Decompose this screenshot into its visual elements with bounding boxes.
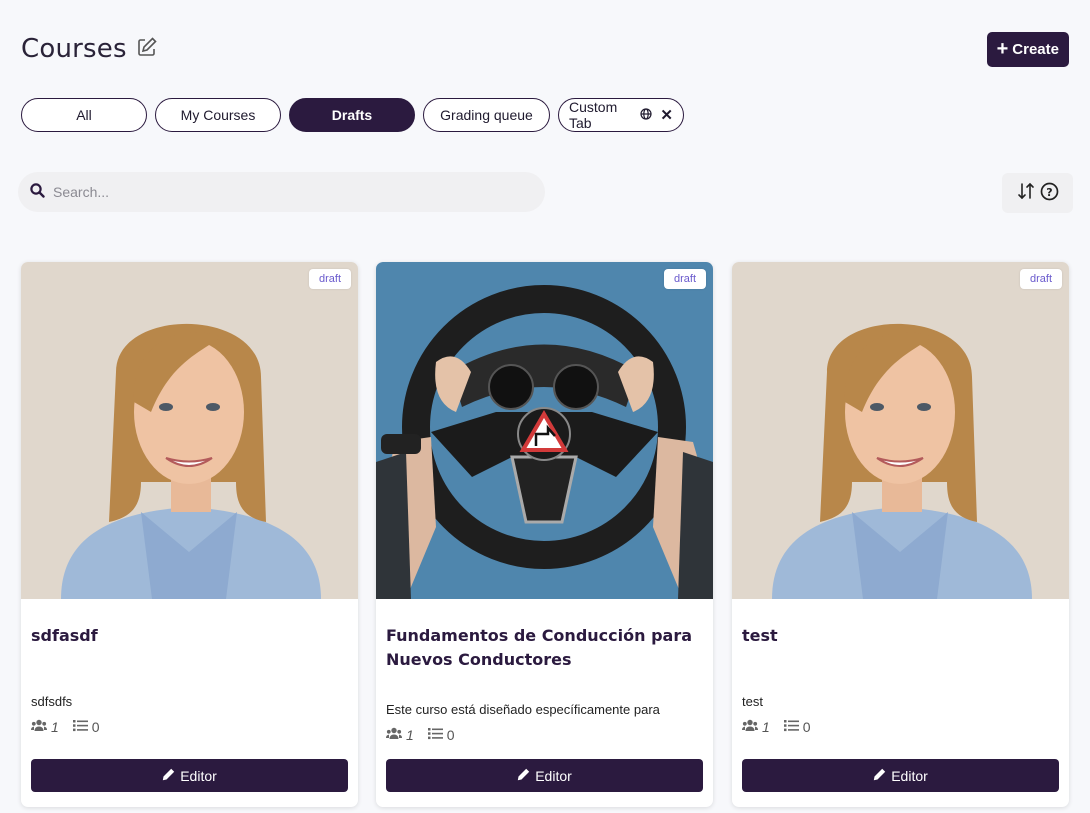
tab-my-courses[interactable]: My Courses [155, 98, 281, 132]
editor-label: Editor [891, 767, 928, 784]
tab-label: My Courses [180, 107, 256, 123]
users-icon [386, 727, 402, 743]
users-stat: 1 [742, 719, 770, 735]
lessons-stat: 0 [72, 719, 100, 735]
lessons-stat: 0 [427, 727, 455, 743]
pencil-icon [162, 768, 175, 784]
search-input[interactable] [53, 184, 513, 200]
toolbar-actions: ? [1002, 173, 1073, 213]
plus-icon: + [996, 37, 1009, 60]
lessons-count: 0 [446, 727, 455, 743]
course-card[interactable]: draft Fundamentos de Conducción para Nue… [376, 262, 713, 807]
users-count: 1 [406, 727, 414, 743]
users-icon [31, 719, 47, 735]
close-icon[interactable]: ✕ [660, 106, 673, 124]
users-stat: 1 [386, 727, 414, 743]
course-description: sdfsdfs [31, 694, 73, 709]
page-header: Courses + Create [21, 32, 1069, 68]
course-card[interactable]: draft sdfasdf sdfsdfs 1 0 Editor [21, 262, 358, 807]
editor-button[interactable]: Editor [31, 759, 348, 792]
users-count: 1 [51, 719, 59, 735]
edit-title-icon[interactable] [136, 36, 158, 58]
list-icon [427, 727, 443, 743]
editor-label: Editor [535, 767, 572, 784]
course-tabs: All My Courses Drafts Grading queue Cust… [21, 98, 684, 132]
course-stats: 1 0 [31, 719, 100, 735]
editor-button[interactable]: Editor [742, 759, 1059, 792]
help-icon[interactable]: ? [1040, 182, 1059, 205]
course-thumbnail: draft [21, 262, 358, 599]
lessons-stat: 0 [783, 719, 811, 735]
lessons-count: 0 [91, 719, 100, 735]
list-icon [72, 719, 88, 735]
users-icon [742, 719, 758, 735]
tab-drafts[interactable]: Drafts [289, 98, 415, 132]
status-badge: draft [1019, 269, 1062, 289]
status-badge: draft [308, 269, 351, 289]
svg-text:?: ? [1046, 186, 1052, 199]
tab-label: All [76, 107, 92, 123]
list-icon [783, 719, 799, 735]
globe-icon [640, 107, 653, 123]
users-count: 1 [762, 719, 770, 735]
tab-all[interactable]: All [21, 98, 147, 132]
course-description: test [742, 694, 763, 709]
tab-label: Custom Tab [569, 99, 618, 131]
course-description: Este curso está diseñado específicamente… [386, 702, 660, 717]
tab-label: Grading queue [440, 107, 533, 123]
course-thumbnail: draft [732, 262, 1069, 599]
editor-label: Editor [180, 767, 217, 784]
tab-label: Drafts [331, 107, 373, 123]
create-label: Create [1012, 41, 1059, 58]
search-icon [30, 182, 45, 202]
course-stats: 1 0 [386, 727, 455, 743]
search-bar [18, 172, 545, 212]
status-badge: draft [663, 269, 706, 289]
course-title[interactable]: Fundamentos de Conducción para Nuevos Co… [386, 624, 701, 672]
course-title[interactable]: test [742, 624, 1057, 648]
page-title: Courses [21, 34, 127, 64]
course-title[interactable]: sdfasdf [31, 624, 346, 648]
users-stat: 1 [31, 719, 59, 735]
create-button[interactable]: + Create [986, 32, 1069, 67]
pencil-icon [517, 768, 530, 784]
tab-custom[interactable]: Custom Tab ✕ [558, 98, 684, 132]
course-card[interactable]: draft test test 1 0 Editor [732, 262, 1069, 807]
sort-icon[interactable] [1016, 181, 1036, 205]
course-stats: 1 0 [742, 719, 811, 735]
tab-grading-queue[interactable]: Grading queue [423, 98, 550, 132]
course-thumbnail: draft [376, 262, 713, 599]
editor-button[interactable]: Editor [386, 759, 703, 792]
lessons-count: 0 [802, 719, 811, 735]
pencil-icon [873, 768, 886, 784]
